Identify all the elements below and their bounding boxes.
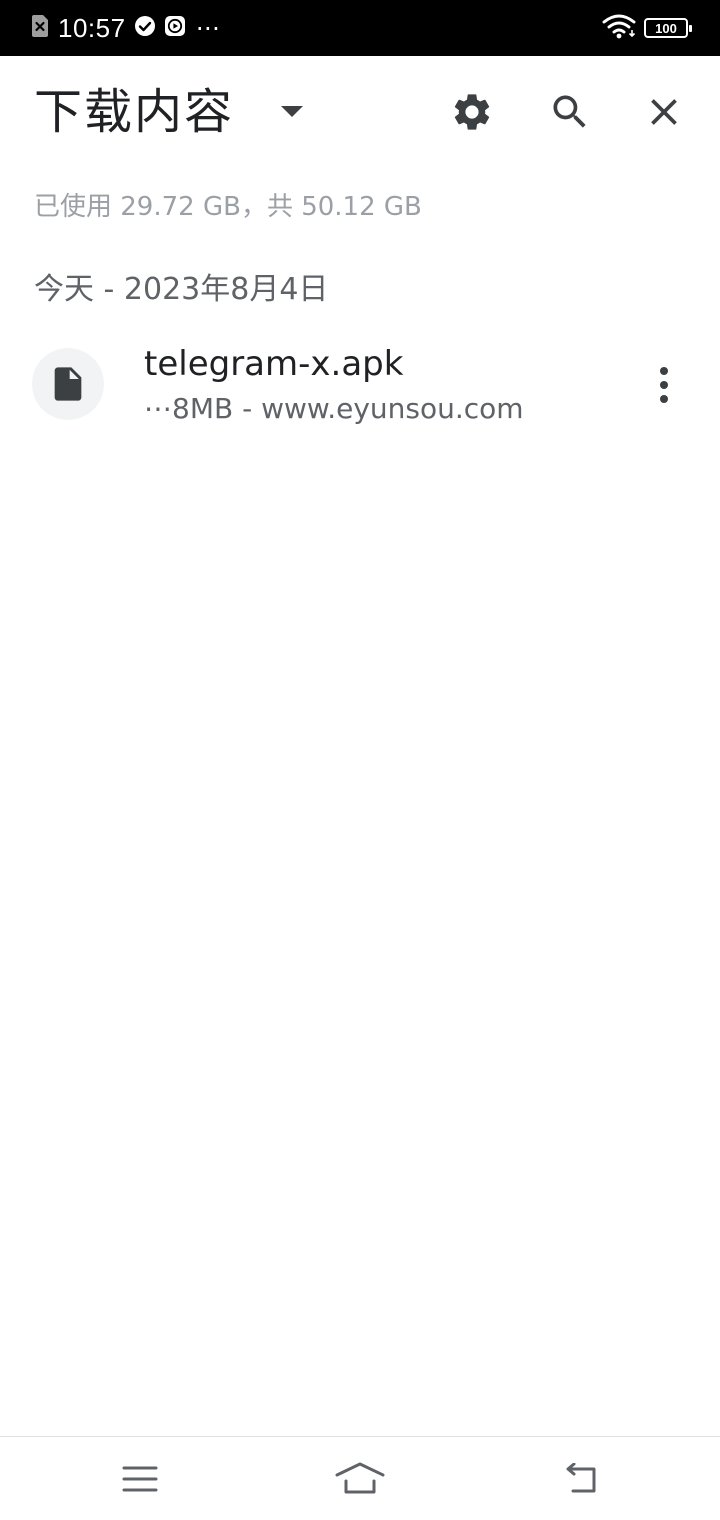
check-badge-icon [134, 15, 156, 41]
video-player-icon [164, 15, 186, 41]
back-icon [566, 1463, 596, 1493]
status-more-dots: ⋯ [195, 14, 221, 42]
battery-level: 100 [655, 20, 677, 36]
search-icon [553, 95, 586, 128]
more-vertical-icon [660, 367, 668, 403]
sim-off-icon [30, 14, 50, 42]
home-icon [335, 1462, 385, 1494]
system-navigation-bar [0, 1436, 720, 1520]
wifi-icon [602, 13, 636, 43]
download-item[interactable]: telegram-x.apk ⋯8MB - www.eyunsou.com [0, 330, 720, 440]
close-icon [651, 99, 677, 125]
nav-menu-button[interactable] [112, 1453, 168, 1505]
close-button[interactable] [640, 88, 688, 136]
status-time: 10:57 [58, 12, 126, 43]
date-section-header: 今天 - 2023年8月4日 [34, 272, 329, 307]
app-header: 下载内容 [0, 56, 720, 168]
storage-usage: 已使用 29.72 GB，共 50.12 GB [34, 192, 422, 222]
file-icon [54, 367, 82, 401]
download-file-name: telegram-x.apk [144, 344, 404, 384]
nav-home-button[interactable] [332, 1453, 388, 1505]
dropdown-arrow-icon[interactable] [272, 92, 312, 132]
download-file-meta: ⋯8MB - www.eyunsou.com [144, 392, 524, 425]
gear-icon [454, 94, 490, 130]
status-bar-right: 100 [602, 0, 692, 56]
battery-icon: 100 [644, 18, 692, 38]
item-more-button[interactable] [642, 360, 686, 410]
menu-icon [122, 1466, 158, 1492]
status-bar-left: 10:57 ⋯ [30, 0, 221, 56]
page-title[interactable]: 下载内容 [34, 84, 234, 142]
search-button[interactable] [546, 88, 594, 136]
nav-back-button[interactable] [551, 1453, 607, 1505]
settings-button[interactable] [448, 88, 496, 136]
file-thumbnail [32, 348, 104, 420]
screen: 10:57 ⋯ 100 下载内容 已使用 29.72 GB，共 50.12 GB… [0, 0, 720, 1520]
status-bar: 10:57 ⋯ 100 [0, 0, 720, 56]
